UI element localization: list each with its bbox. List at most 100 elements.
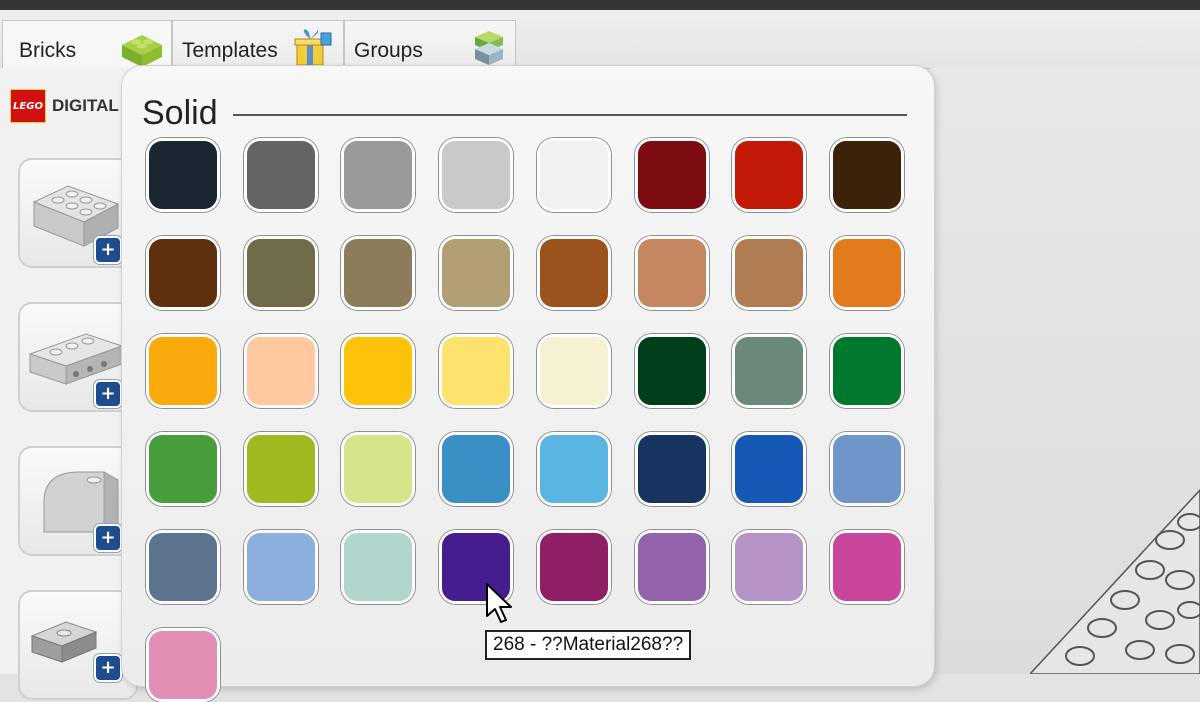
- color-swatch[interactable]: [537, 432, 611, 506]
- color-swatch-fill: [833, 435, 901, 503]
- color-swatch[interactable]: [537, 138, 611, 212]
- color-swatch[interactable]: [341, 334, 415, 408]
- color-swatch[interactable]: [537, 236, 611, 310]
- color-swatch-fill: [149, 533, 217, 601]
- color-swatch-fill: [344, 533, 412, 601]
- color-swatch-fill: [149, 337, 217, 405]
- brick-card-bracket[interactable]: +: [18, 590, 138, 700]
- section-title: Solid: [142, 94, 218, 132]
- color-swatch-fill: [442, 337, 510, 405]
- color-swatch-fill: [638, 141, 706, 209]
- color-swatch-fill: [638, 239, 706, 307]
- color-swatch[interactable]: [244, 138, 318, 212]
- color-swatch[interactable]: [439, 138, 513, 212]
- color-swatch-fill: [735, 337, 803, 405]
- color-swatch-fill: [735, 435, 803, 503]
- color-swatch-fill: [442, 435, 510, 503]
- color-swatch-fill: [247, 533, 315, 601]
- brick-card-2x4[interactable]: +: [18, 158, 138, 268]
- color-swatch-fill: [344, 337, 412, 405]
- tab-strip: Bricks Templates Groups: [0, 10, 1200, 76]
- color-swatch[interactable]: [146, 628, 220, 702]
- color-swatch-fill: [149, 435, 217, 503]
- color-swatch[interactable]: [146, 236, 220, 310]
- green-brick-icon: [122, 35, 162, 67]
- brick-card-curved[interactable]: +: [18, 446, 138, 556]
- color-swatch-fill: [540, 239, 608, 307]
- color-swatch-fill: [638, 533, 706, 601]
- color-swatch-fill: [247, 337, 315, 405]
- baseplate-icon: [1030, 488, 1200, 674]
- color-swatch[interactable]: [146, 530, 220, 604]
- color-swatch[interactable]: [635, 432, 709, 506]
- color-swatch-fill: [442, 141, 510, 209]
- color-swatch-fill: [344, 141, 412, 209]
- color-swatch-fill: [540, 435, 608, 503]
- color-swatch-fill: [149, 141, 217, 209]
- color-swatch[interactable]: [732, 432, 806, 506]
- color-swatch-fill: [247, 239, 315, 307]
- color-swatch[interactable]: [244, 432, 318, 506]
- color-swatch-fill: [442, 239, 510, 307]
- color-swatch[interactable]: [341, 236, 415, 310]
- color-swatch-fill: [833, 337, 901, 405]
- color-swatch[interactable]: [341, 530, 415, 604]
- color-swatch-fill: [735, 533, 803, 601]
- color-swatch-fill: [638, 337, 706, 405]
- color-swatch[interactable]: [830, 138, 904, 212]
- add-brick-button[interactable]: +: [94, 380, 122, 408]
- color-swatch[interactable]: [439, 236, 513, 310]
- color-swatch-fill: [833, 239, 901, 307]
- tab-templates-label: Templates: [182, 39, 278, 62]
- color-swatch[interactable]: [341, 138, 415, 212]
- color-swatch[interactable]: [244, 334, 318, 408]
- color-swatch[interactable]: [635, 138, 709, 212]
- color-swatch[interactable]: [635, 530, 709, 604]
- section-divider: [233, 114, 907, 116]
- window-top-bar: [0, 0, 1200, 10]
- add-brick-button[interactable]: +: [94, 654, 122, 682]
- color-swatch-fill: [344, 435, 412, 503]
- material-tooltip: 268 - ??Material268??: [485, 630, 692, 660]
- color-swatch[interactable]: [537, 334, 611, 408]
- color-swatch[interactable]: [635, 236, 709, 310]
- color-swatch[interactable]: [244, 236, 318, 310]
- color-swatch-fill: [149, 631, 217, 699]
- color-swatch[interactable]: [146, 432, 220, 506]
- color-swatch-fill: [344, 239, 412, 307]
- tab-groups-label: Groups: [354, 39, 423, 62]
- color-swatch-fill: [247, 141, 315, 209]
- add-brick-button[interactable]: +: [94, 236, 122, 264]
- color-swatch-fill: [638, 435, 706, 503]
- color-swatch[interactable]: [439, 432, 513, 506]
- color-swatch[interactable]: [830, 432, 904, 506]
- color-swatch[interactable]: [146, 138, 220, 212]
- color-swatch-fill: [247, 435, 315, 503]
- color-swatch[interactable]: [732, 530, 806, 604]
- color-swatch[interactable]: [830, 236, 904, 310]
- color-swatch[interactable]: [537, 530, 611, 604]
- color-swatch[interactable]: [439, 334, 513, 408]
- color-swatch[interactable]: [830, 334, 904, 408]
- brand-row: LEGO DIGITAL: [10, 88, 119, 124]
- material-palette-panel: Solid: [122, 66, 934, 702]
- color-swatch[interactable]: [830, 530, 904, 604]
- color-swatch[interactable]: [732, 236, 806, 310]
- tab-bricks-label: Bricks: [19, 39, 77, 62]
- color-swatch-fill: [833, 141, 901, 209]
- add-brick-button[interactable]: +: [94, 524, 122, 552]
- color-swatch-fill: [540, 337, 608, 405]
- color-swatch[interactable]: [244, 530, 318, 604]
- lego-logo: LEGO: [10, 89, 46, 123]
- color-swatch[interactable]: [341, 432, 415, 506]
- brick-card-technic-beam[interactable]: +: [18, 302, 138, 412]
- color-swatch-fill: [540, 533, 608, 601]
- color-swatch-fill: [149, 239, 217, 307]
- color-swatch-fill: [540, 141, 608, 209]
- color-swatch[interactable]: [732, 138, 806, 212]
- color-swatch[interactable]: [146, 334, 220, 408]
- gift-box-icon: [294, 29, 332, 66]
- color-swatch-fill: [833, 533, 901, 601]
- color-swatch[interactable]: [635, 334, 709, 408]
- color-swatch[interactable]: [732, 334, 806, 408]
